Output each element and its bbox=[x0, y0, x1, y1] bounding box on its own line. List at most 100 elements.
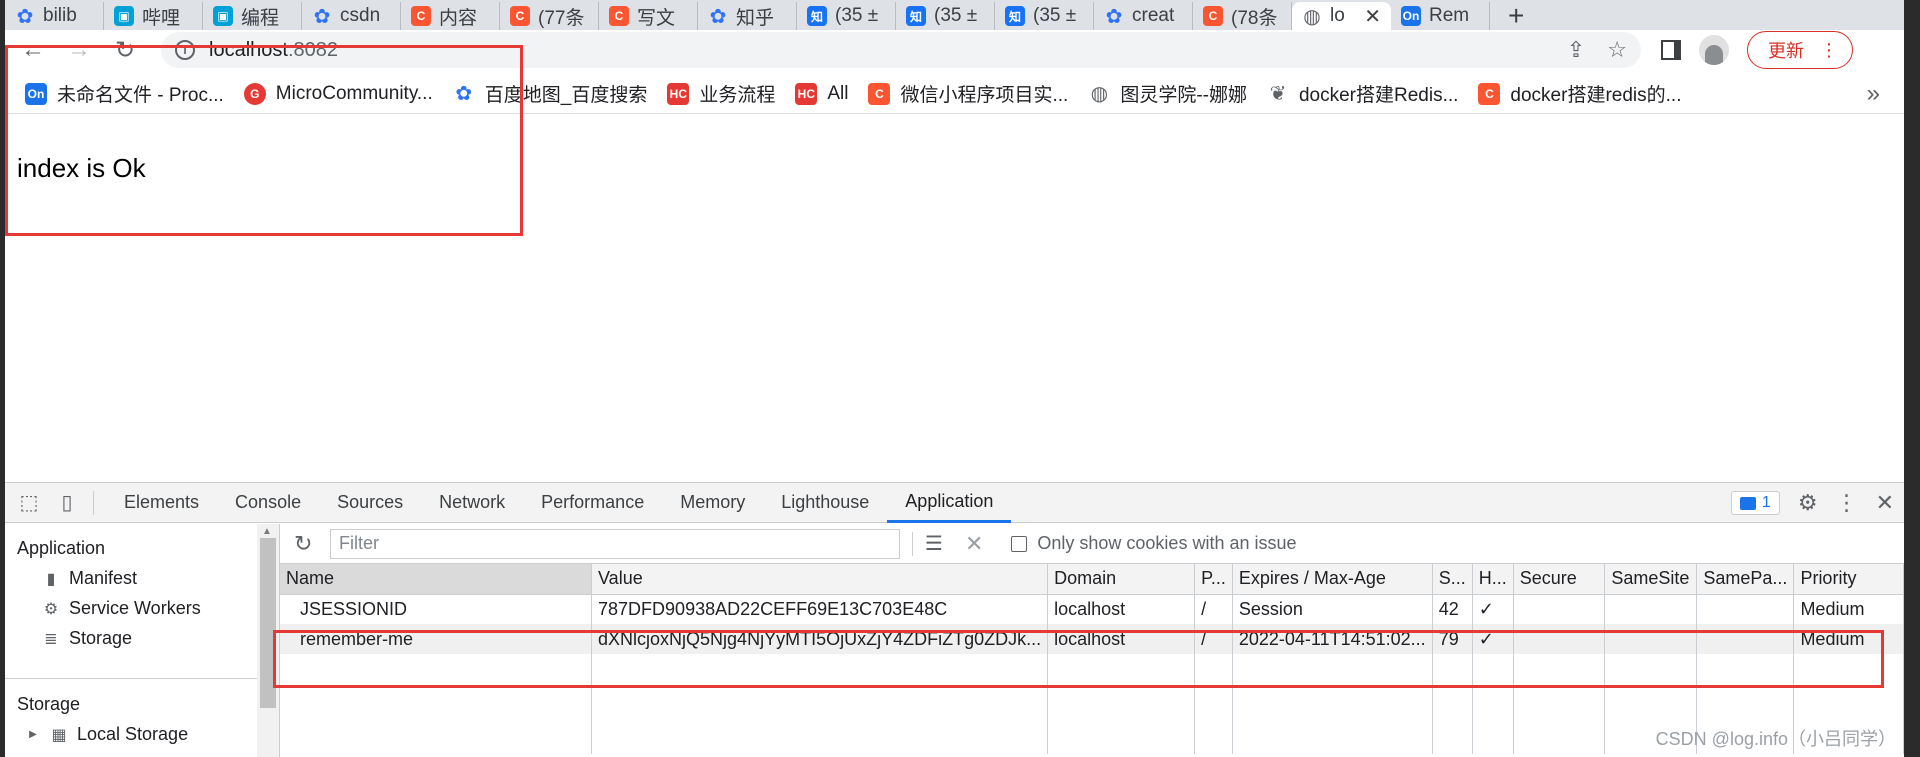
devtools-tab-console[interactable]: Console bbox=[217, 483, 319, 523]
side-panel-icon[interactable] bbox=[1661, 40, 1681, 60]
device-toolbar-icon[interactable]: ▯ bbox=[53, 489, 81, 517]
window-edge-right bbox=[1904, 0, 1920, 757]
cookie-cell: localhost bbox=[1047, 594, 1196, 624]
tab-label: 哔哩 bbox=[142, 7, 181, 29]
browser-tab[interactable]: C 写文 bbox=[599, 2, 698, 30]
bookmark-star-icon[interactable]: ☆ bbox=[1607, 37, 1627, 63]
bookmark-item[interactable]: C 微信小程序项目实... bbox=[868, 80, 1068, 107]
column-header[interactable]: Value bbox=[591, 564, 1049, 595]
new-tab-button[interactable]: + bbox=[1490, 2, 1542, 30]
paw-favicon-icon: ✿ bbox=[16, 5, 34, 28]
C-favicon-icon: C bbox=[411, 6, 431, 26]
column-header[interactable]: P... bbox=[1194, 564, 1233, 595]
column-header[interactable]: SameSite bbox=[1604, 564, 1698, 595]
gear-icon: ⚙ bbox=[43, 600, 59, 618]
browser-tab[interactable]: ◍ lo ✕ bbox=[1292, 2, 1391, 30]
browser-tab[interactable]: 知 (35 ± bbox=[797, 2, 896, 30]
sidebar-item-manifest[interactable]: ▮ Manifest bbox=[43, 568, 137, 589]
delete-selected-icon[interactable]: ✕ bbox=[965, 531, 983, 557]
browser-tab[interactable]: C (77条 bbox=[500, 2, 599, 30]
browser-tab[interactable]: On Rem bbox=[1391, 2, 1490, 30]
bookmark-item[interactable]: HC 业务流程 bbox=[667, 80, 775, 107]
browser-tab[interactable]: ▣ 编程 bbox=[203, 2, 302, 30]
filter-input[interactable]: Filter bbox=[330, 528, 900, 559]
知-favicon-icon: 知 bbox=[906, 6, 926, 26]
column-header[interactable]: S... bbox=[1432, 564, 1473, 595]
browser-tab[interactable]: ▣ 哔哩 bbox=[104, 2, 203, 30]
browser-tab[interactable]: ✿ bilib bbox=[5, 2, 104, 30]
sidebar-item-service-workers[interactable]: ⚙ Service Workers bbox=[43, 598, 201, 619]
devtools-tab-application[interactable]: Application bbox=[887, 483, 1012, 523]
settings-gear-icon[interactable]: ⚙ bbox=[1798, 490, 1818, 516]
share-icon[interactable]: ⇪ bbox=[1567, 37, 1585, 63]
issue-only-label: Only show cookies with an issue bbox=[1037, 533, 1297, 553]
globe-favicon-icon: ◍ bbox=[1303, 5, 1321, 28]
cookie-row[interactable]: JSESSIONID 787DFD90938AD22CEFF69E13C703E4… bbox=[280, 594, 1904, 624]
C-favicon-icon: C bbox=[1203, 6, 1223, 26]
tv-favicon-icon: ▣ bbox=[114, 6, 134, 26]
sidebar-item-label: Service Workers bbox=[69, 598, 201, 618]
tab-label: 知乎 bbox=[736, 7, 775, 29]
bookmark-item[interactable]: Cdocker搭建redis的... bbox=[1478, 80, 1681, 107]
paw-favicon-icon: ✿ bbox=[313, 5, 331, 28]
cookie-cell bbox=[1604, 594, 1698, 624]
inspect-element-icon[interactable]: ⬚ bbox=[15, 489, 43, 517]
tab-label: bilib bbox=[43, 5, 77, 26]
highlight-box-cookie-row bbox=[273, 630, 1884, 688]
cookie-cell: 787DFD90938AD22CEFF69E13C703E48C bbox=[591, 594, 1049, 624]
cookie-cell: Session bbox=[1232, 594, 1433, 624]
知-favicon-icon: 知 bbox=[1005, 6, 1025, 26]
tab-close-icon[interactable]: ✕ bbox=[1364, 4, 1381, 29]
issue-only-checkbox[interactable] bbox=[1011, 535, 1028, 552]
browser-tab[interactable]: ✿ creat bbox=[1094, 2, 1193, 30]
sidebar-item-local-storage[interactable]: ▶ ▦ Local Storage bbox=[25, 724, 188, 745]
devtools-close-icon[interactable]: ✕ bbox=[1876, 490, 1894, 516]
devtools-more-icon[interactable]: ⋮ bbox=[1836, 490, 1858, 516]
scroll-up-icon[interactable]: ▲ bbox=[262, 526, 272, 537]
profile-avatar[interactable] bbox=[1699, 35, 1729, 65]
devtools-tab-network[interactable]: Network bbox=[421, 483, 523, 523]
tab-label: lo bbox=[1330, 5, 1345, 26]
column-header[interactable]: Priority bbox=[1793, 564, 1904, 595]
browser-tab[interactable]: C 内容 bbox=[401, 2, 500, 30]
browser-tab[interactable]: ✿ csdn bbox=[302, 2, 401, 30]
cookie-cell: ✓ bbox=[1472, 594, 1514, 624]
sidebar-item-storage[interactable]: ≣ Storage bbox=[43, 628, 132, 649]
issues-count: 1 bbox=[1761, 494, 1771, 511]
browser-tab[interactable]: ✿ 知乎 bbox=[698, 2, 797, 30]
update-button[interactable]: 更新 ⋮ bbox=[1747, 31, 1853, 69]
browser-tab[interactable]: 知 (35 ± bbox=[896, 2, 995, 30]
paw-favicon-icon: ✿ bbox=[709, 5, 727, 28]
column-header[interactable]: Name bbox=[280, 564, 593, 595]
column-header[interactable]: Expires / Max-Age bbox=[1232, 564, 1433, 595]
bookmark-item[interactable]: ❦ docker搭建Redis... bbox=[1267, 80, 1459, 107]
bookmark-label: docker搭建redis的... bbox=[1510, 85, 1682, 106]
filter-placeholder: Filter bbox=[339, 533, 379, 553]
tab-label: (35 ± bbox=[835, 5, 879, 26]
cookie-cell: / bbox=[1194, 594, 1233, 624]
column-header[interactable]: Secure bbox=[1513, 564, 1606, 595]
devtools-tab-lighthouse[interactable]: Lighthouse bbox=[763, 483, 887, 523]
devtools-tab-sources[interactable]: Sources bbox=[319, 483, 421, 523]
bookmark-item[interactable]: HC All bbox=[795, 82, 848, 105]
issues-badge[interactable]: 1 bbox=[1730, 491, 1780, 515]
bookmarks-overflow-icon[interactable]: » bbox=[1867, 80, 1880, 108]
file-icon: ▮ bbox=[46, 570, 56, 588]
browser-tab[interactable]: C (78条 bbox=[1193, 2, 1292, 30]
devtools-tab-memory[interactable]: Memory bbox=[662, 483, 763, 523]
expand-arrow-icon[interactable]: ▶ bbox=[25, 726, 41, 744]
column-header[interactable]: Domain bbox=[1047, 564, 1196, 595]
devtools-tab-elements[interactable]: Elements bbox=[106, 483, 217, 523]
bookmark-label: docker搭建Redis... bbox=[1298, 85, 1459, 106]
browser-tab[interactable]: 知 (35 ± bbox=[995, 2, 1094, 30]
clear-all-cookies-icon[interactable]: ☰ bbox=[925, 531, 943, 556]
bookmark-item[interactable]: ◍ 图灵学院--娜娜 bbox=[1088, 80, 1247, 107]
column-header[interactable]: SamePa... bbox=[1696, 564, 1795, 595]
devtools-tab-performance[interactable]: Performance bbox=[523, 483, 662, 523]
column-header[interactable]: H... bbox=[1472, 564, 1514, 595]
toolbar-divider bbox=[93, 490, 94, 515]
paw-favicon-icon: ✿ bbox=[1105, 5, 1123, 28]
refresh-icon[interactable]: ↻ bbox=[294, 531, 318, 557]
bookmark-label: 业务流程 bbox=[699, 85, 776, 106]
cookie-cell bbox=[1513, 594, 1606, 624]
